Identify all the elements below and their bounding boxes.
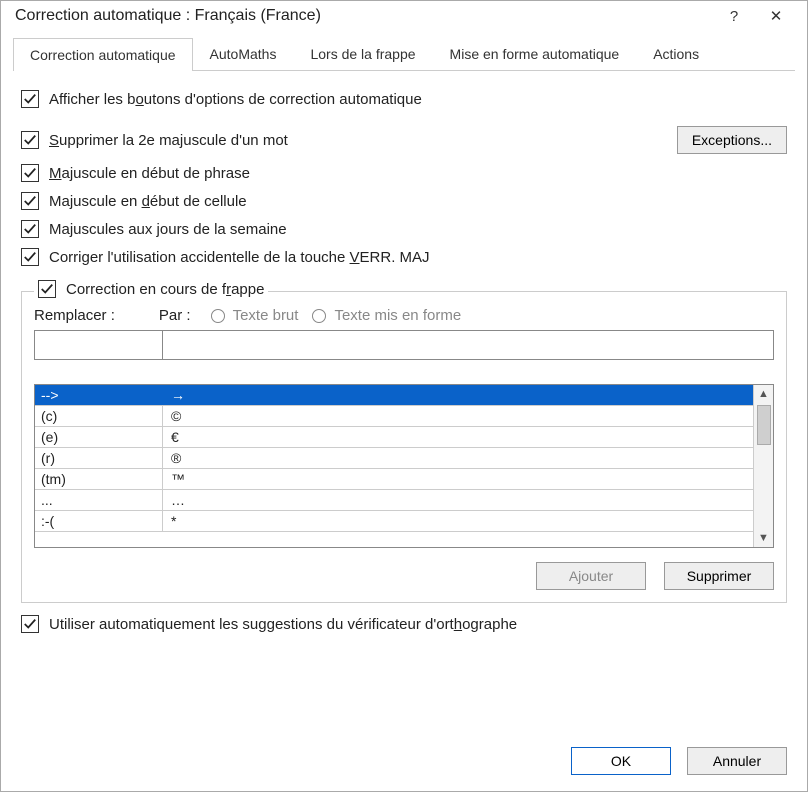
checkbox-caps-lock[interactable] — [21, 248, 39, 266]
tab-autocorrect[interactable]: Correction automatique — [13, 38, 193, 71]
dialog-footer: OK Annuler — [1, 733, 807, 791]
checkbox-sentence-cap[interactable] — [21, 164, 39, 182]
replace-input[interactable] — [34, 330, 162, 360]
label-formatted: Texte mis en forme — [334, 307, 461, 324]
add-button[interactable]: Ajouter — [536, 562, 646, 590]
list-item[interactable]: (c) © — [35, 406, 753, 427]
list-from: (e) — [35, 427, 163, 447]
help-icon[interactable]: ? — [713, 8, 755, 25]
list-to: → — [163, 385, 753, 405]
with-input[interactable] — [162, 330, 774, 360]
ok-button[interactable]: OK — [571, 747, 671, 775]
titlebar: Correction automatique : Français (Franc… — [1, 1, 807, 31]
exceptions-button[interactable]: Exceptions... — [677, 126, 787, 154]
tabstrip: Correction automatique AutoMaths Lors de… — [13, 37, 795, 71]
checkbox-replace-typing[interactable] — [38, 280, 56, 298]
tab-automaths[interactable]: AutoMaths — [193, 37, 294, 70]
label-with: Par : — [159, 307, 191, 324]
list-item[interactable]: --> → — [35, 385, 753, 406]
label-double-cap: Supprimer la 2e majuscule d'un mot — [49, 132, 288, 149]
label-use-spellcheck: Utiliser automatiquement les suggestions… — [49, 616, 517, 633]
list-from: (tm) — [35, 469, 163, 489]
replacement-list: --> → (c) © (e) € (r) ® — [34, 384, 774, 548]
scroll-thumb[interactable] — [757, 405, 771, 445]
list-to: € — [163, 427, 753, 447]
list-from: :-( — [35, 511, 163, 531]
label-replace: Remplacer : — [34, 307, 115, 324]
radio-formatted-wrap: Texte mis en forme — [312, 307, 461, 324]
replace-group: Correction en cours de frappe Remplacer … — [21, 291, 787, 603]
checkbox-show-buttons[interactable] — [21, 90, 39, 108]
list-to: © — [163, 406, 753, 426]
tab-actions[interactable]: Actions — [636, 37, 716, 70]
dialog-window: Correction automatique : Français (Franc… — [0, 0, 808, 792]
list-from: (c) — [35, 406, 163, 426]
radio-formatted — [312, 309, 326, 323]
label-plain: Texte brut — [233, 307, 299, 324]
list-to: … — [163, 490, 753, 510]
list-from: (r) — [35, 448, 163, 468]
scroll-down-icon[interactable]: ▼ — [758, 529, 769, 547]
checkbox-use-spellcheck[interactable] — [21, 615, 39, 633]
exceptions-button-text: xceptions... — [701, 132, 772, 148]
list-item[interactable]: :-( * — [35, 511, 753, 532]
scrollbar[interactable]: ▲ ▼ — [753, 385, 773, 547]
list-item[interactable]: (r) ® — [35, 448, 753, 469]
panel-autocorrect: Afficher les boutons d'options de correc… — [1, 71, 807, 733]
label-replace-typing: Correction en cours de frappe — [66, 281, 264, 298]
radio-plain — [211, 309, 225, 323]
list-from: --> — [35, 385, 163, 405]
list-from: ... — [35, 490, 163, 510]
checkbox-cell-cap[interactable] — [21, 192, 39, 210]
scroll-up-icon[interactable]: ▲ — [758, 385, 769, 403]
label-sentence-cap: Majuscule en début de phrase — [49, 165, 250, 182]
cancel-button[interactable]: Annuler — [687, 747, 787, 775]
list-item[interactable]: ... … — [35, 490, 753, 511]
delete-button[interactable]: Supprimer — [664, 562, 774, 590]
checkbox-days-cap[interactable] — [21, 220, 39, 238]
list-to: ™ — [163, 469, 753, 489]
tab-autoformat[interactable]: Mise en forme automatique — [433, 37, 637, 70]
label-days-cap: Majuscules aux jours de la semaine — [49, 221, 287, 238]
close-icon[interactable]: ✕ — [755, 7, 797, 25]
list-item[interactable]: (e) € — [35, 427, 753, 448]
tab-as-you-type[interactable]: Lors de la frappe — [293, 37, 432, 70]
label-cell-cap: Majuscule en début de cellule — [49, 193, 247, 210]
list-to: ® — [163, 448, 753, 468]
list-to: * — [163, 511, 753, 531]
radio-plain-wrap: Texte brut — [211, 307, 299, 324]
label-caps-lock: Corriger l'utilisation accidentelle de l… — [49, 249, 430, 266]
checkbox-double-cap[interactable] — [21, 131, 39, 149]
replacement-list-body[interactable]: --> → (c) © (e) € (r) ® — [35, 385, 753, 547]
list-item[interactable]: (tm) ™ — [35, 469, 753, 490]
label-show-buttons: Afficher les boutons d'options de correc… — [49, 91, 422, 108]
dialog-title: Correction automatique : Français (Franc… — [15, 7, 713, 25]
